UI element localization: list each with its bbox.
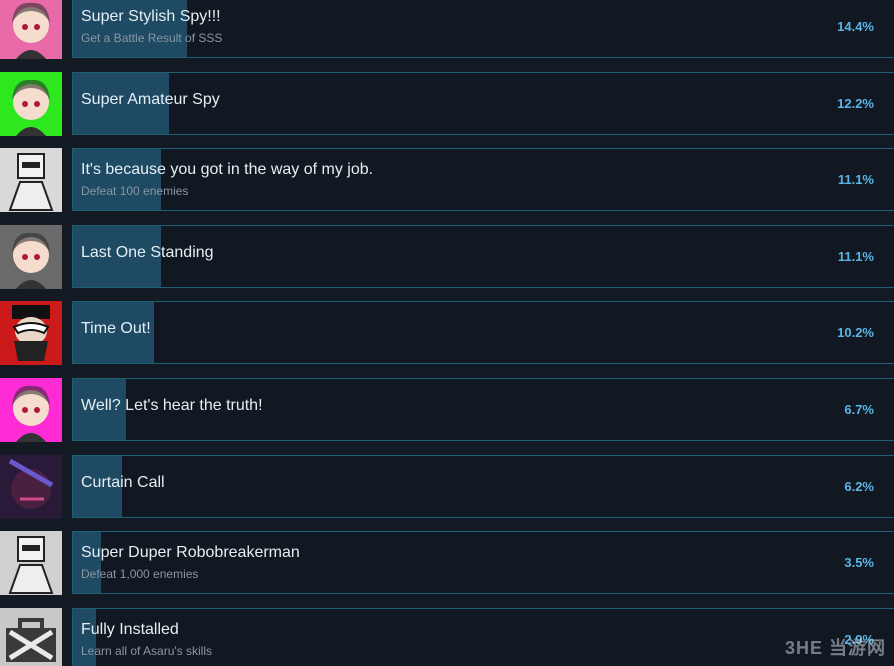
blonde-hat-girl-avatar-icon [0,72,62,136]
unlock-progress-bar [73,532,101,593]
unlock-percentage: 14.4% [837,19,874,34]
toolbox-icon [0,608,62,666]
dark-shadow-avatar-icon [0,455,62,519]
achievement-panel: Super Stylish Spy!!! Get a Battle Result … [72,0,894,58]
achievement-list: Super Stylish Spy!!! Get a Battle Result … [0,0,894,666]
achievement-row: Curtain Call 6.2% [0,455,894,519]
masked-villain-avatar-icon [0,301,62,365]
achievement-row: Well? Let's hear the truth! 6.7% [0,378,894,442]
achievement-title: Well? Let's hear the truth! [81,397,263,414]
achievement-title: It's because you got in the way of my jo… [81,161,374,178]
achievement-panel: Last One Standing 11.1% [72,225,894,288]
achievement-title: Curtain Call [81,474,165,491]
achievement-panel: It's because you got in the way of my jo… [72,148,894,211]
white-hair-girl-avatar-icon [0,378,62,442]
achievement-panel: Well? Let's hear the truth! 6.7% [72,378,894,441]
achievement-row: Super Amateur Spy 12.2% [0,72,894,136]
white-robot-avatar-icon [0,531,62,595]
achievement-title: Fully Installed [81,621,179,638]
site-watermark: 3HE 当游网 [784,638,886,658]
achievement-panel: Super Duper Robobreakerman Defeat 1,000 e… [72,531,894,594]
unlock-percentage: 6.7% [844,402,874,417]
achievement-description: Learn all of Asaru's skills [81,644,213,658]
unlock-percentage: 10.2% [837,325,874,340]
unlock-percentage: 12.2% [837,96,874,111]
achievement-description: Defeat 100 enemies [81,184,189,198]
achievement-title: Super Amateur Spy [81,91,220,108]
achievement-panel: Super Amateur Spy 12.2% [72,72,894,135]
achievement-row: Last One Standing 11.1% [0,225,894,289]
achievement-panel: Curtain Call 6.2% [72,455,894,518]
achievement-row: It's because you got in the way of my jo… [0,148,894,212]
achievement-row: Super Stylish Spy!!! Get a Battle Result … [0,0,894,59]
unlock-percentage: 3.5% [844,555,874,570]
unlock-percentage: 11.1% [837,172,874,187]
achievement-description: Defeat 1,000 enemies [81,567,199,581]
achievement-row: Fully Installed Learn all of Asaru's skil… [0,608,894,666]
achievement-title: Super Duper Robobreakerman [81,544,300,561]
achievement-title: Last One Standing [81,244,214,261]
achievement-panel: Time Out! 10.2% [72,301,894,364]
unlock-percentage: 11.1% [837,249,874,264]
achievement-row: Time Out! 10.2% [0,301,894,365]
achievement-description: Get a Battle Result of SSS [81,31,223,45]
achievement-title: Super Stylish Spy!!! [81,8,221,25]
robot-mask-avatar-icon [0,148,62,212]
unlock-percentage: 6.2% [844,479,874,494]
dark-hair-girl-avatar-icon [0,225,62,289]
achievement-title: Time Out! [81,320,151,337]
pink-hair-girl-avatar-icon [0,0,62,59]
unlock-progress-bar [73,149,161,210]
achievement-row: Super Duper Robobreakerman Defeat 1,000 e… [0,531,894,595]
achievement-panel: Fully Installed Learn all of Asaru's skil… [72,608,894,666]
